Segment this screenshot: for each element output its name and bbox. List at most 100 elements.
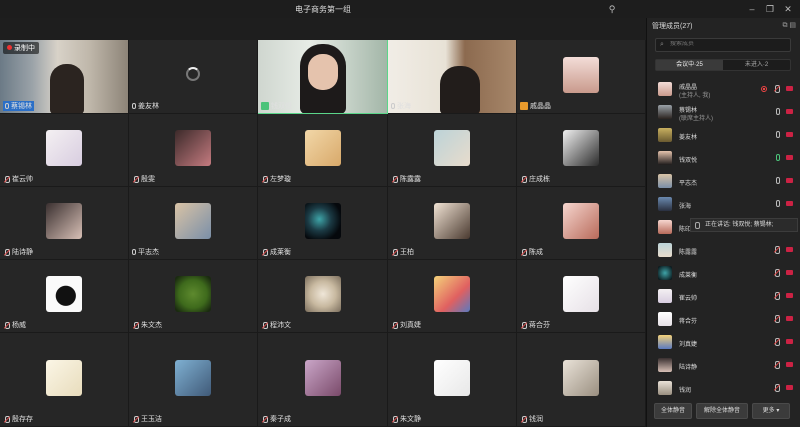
- video-tile[interactable]: 蒋合芬: [517, 260, 646, 333]
- mic-muted-icon: [520, 321, 527, 329]
- avatar: [658, 82, 672, 96]
- camera-off-icon[interactable]: [786, 362, 793, 367]
- avatar: [658, 381, 672, 395]
- video-tile[interactable]: 殷雯: [129, 114, 258, 187]
- camera-off-icon[interactable]: [786, 270, 793, 275]
- tab-in-meeting[interactable]: 会议中·25: [656, 60, 723, 70]
- video-tile[interactable]: 左梦璇: [258, 114, 388, 187]
- tile-name: 钱双悦: [261, 101, 292, 111]
- mic-icon[interactable]: [776, 177, 780, 184]
- camera-off-icon[interactable]: [786, 109, 793, 114]
- video-tile[interactable]: 程沛文: [258, 260, 388, 333]
- list-item[interactable]: 陆诗静: [647, 354, 800, 377]
- video-tile[interactable]: 陆诗静: [0, 187, 129, 260]
- video-tile[interactable]: 庄成栋: [517, 114, 646, 187]
- participant-figure: [440, 66, 480, 113]
- camera-off-icon[interactable]: [786, 316, 793, 321]
- mic-muted-icon[interactable]: [773, 361, 780, 369]
- avatar: [304, 276, 341, 312]
- tile-name: 姜友林: [132, 101, 159, 111]
- mic-icon[interactable]: [776, 108, 780, 115]
- mic-muted-icon[interactable]: [773, 246, 780, 254]
- mic-muted-icon[interactable]: [773, 338, 780, 346]
- video-tile[interactable]: 姜友林: [129, 40, 258, 114]
- video-tile[interactable]: 平志杰: [129, 187, 258, 260]
- video-tile[interactable]: 陈露露: [388, 114, 517, 187]
- video-tile[interactable]: 王柏: [388, 187, 517, 260]
- pin-icon[interactable]: ⚲: [605, 3, 619, 15]
- member-name: 成莱衡: [679, 273, 698, 279]
- video-tile[interactable]: 陈成: [517, 187, 646, 260]
- unmute-all-button[interactable]: 解除全体静音: [696, 403, 748, 419]
- mic-muted-icon[interactable]: [773, 315, 780, 323]
- speaking-tooltip: 正在讲话: 钱双悦; 蔡锡林;: [690, 218, 798, 232]
- list-item[interactable]: 刘真婕: [647, 331, 800, 354]
- tile-name: 钱润: [520, 414, 543, 424]
- video-tile[interactable]: 刘真婕: [388, 260, 517, 333]
- mic-muted-icon: [391, 321, 398, 329]
- member-search[interactable]: ⌕: [655, 38, 791, 52]
- more-button[interactable]: 更多 ▾: [752, 403, 790, 419]
- mic-muted-icon: [391, 248, 398, 256]
- maximize-button[interactable]: ❐: [763, 3, 777, 15]
- mic-icon[interactable]: [776, 200, 780, 207]
- video-tile[interactable]: 杨威: [0, 260, 129, 333]
- avatar: [658, 289, 672, 303]
- mic-active-icon[interactable]: [776, 154, 780, 161]
- camera-off-icon[interactable]: [786, 201, 793, 206]
- list-item[interactable]: 成莱衡: [647, 262, 800, 285]
- list-item[interactable]: 钱润: [647, 377, 800, 396]
- mic-muted-icon[interactable]: [773, 269, 780, 277]
- list-item[interactable]: 姜友林: [647, 124, 800, 147]
- mic-muted-icon: [3, 248, 10, 256]
- avatar: [563, 203, 599, 239]
- mic-muted-icon[interactable]: [773, 292, 780, 300]
- camera-off-icon[interactable]: [786, 247, 793, 252]
- list-item[interactable]: 戚晶晶 (主持人, 我): [647, 78, 800, 101]
- search-input[interactable]: [670, 41, 780, 47]
- list-item[interactable]: 崔云帅: [647, 285, 800, 308]
- camera-off-icon[interactable]: [786, 339, 793, 344]
- video-tile[interactable]: 录制中 蔡锡林: [0, 40, 129, 114]
- tile-name: 庄成栋: [520, 174, 550, 184]
- list-item[interactable]: 蒋合芬: [647, 308, 800, 331]
- camera-off-icon[interactable]: [786, 155, 793, 160]
- tab-not-joined[interactable]: 未进入·2: [723, 60, 790, 70]
- video-tile[interactable]: 崔云帅: [0, 114, 129, 187]
- close-button[interactable]: ✕: [781, 3, 795, 15]
- list-item[interactable]: 平志杰: [647, 170, 800, 193]
- list-item[interactable]: 陈露露: [647, 239, 800, 262]
- avatar: [46, 276, 82, 312]
- video-tile[interactable]: 殷存存: [0, 333, 129, 427]
- list-item[interactable]: 钱双悦: [647, 147, 800, 170]
- camera-off-icon[interactable]: [786, 293, 793, 298]
- record-icon: [761, 85, 767, 92]
- video-tile[interactable]: 钱润: [517, 333, 646, 427]
- video-tile[interactable]: 成莱衡: [258, 187, 388, 260]
- tile-name: 程沛文: [261, 320, 291, 330]
- video-tile[interactable]: 朱文杰: [129, 260, 258, 333]
- mic-muted-icon[interactable]: [773, 85, 780, 93]
- minimize-button[interactable]: –: [745, 3, 759, 15]
- list-item[interactable]: 张海: [647, 193, 800, 216]
- tile-name: 平志杰: [132, 247, 159, 257]
- video-tile[interactable]: 秦子成: [258, 333, 388, 427]
- tile-name: 崔云帅: [3, 174, 33, 184]
- mic-icon[interactable]: [776, 131, 780, 138]
- camera-off-icon[interactable]: [786, 385, 793, 390]
- mute-all-button[interactable]: 全体静音: [654, 403, 692, 419]
- panel-header-icons[interactable]: ⧉ ▤: [782, 21, 796, 30]
- mic-muted-icon[interactable]: [773, 384, 780, 392]
- camera-off-icon[interactable]: [786, 132, 793, 137]
- video-tile[interactable]: 张海: [388, 40, 517, 114]
- video-tile[interactable]: 王玉洁: [129, 333, 258, 427]
- camera-off-icon[interactable]: [786, 178, 793, 183]
- member-tabs: 会议中·25 未进入·2: [655, 59, 791, 71]
- avatar: [563, 276, 599, 312]
- video-tile[interactable]: 戚晶晶: [517, 40, 646, 114]
- member-name: 陆诗静: [679, 365, 698, 371]
- video-tile-speaking[interactable]: 钱双悦: [258, 40, 388, 114]
- list-item[interactable]: 蔡锡林 (联席主持人): [647, 101, 800, 124]
- camera-off-icon[interactable]: [786, 86, 793, 91]
- video-tile[interactable]: 朱文静: [388, 333, 517, 427]
